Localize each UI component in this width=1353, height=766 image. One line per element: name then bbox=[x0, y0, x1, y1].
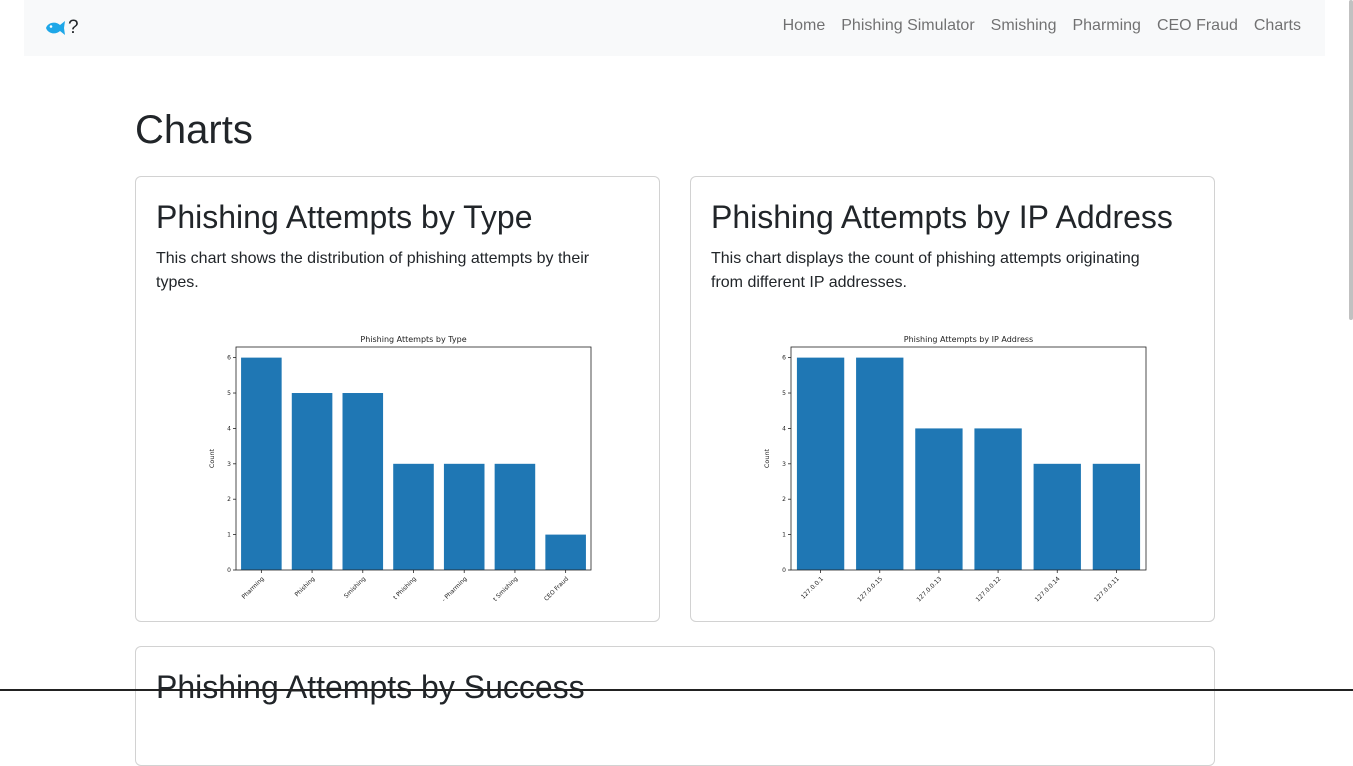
card-title: Phishing Attempts by Type bbox=[156, 199, 533, 235]
y-tick-label: 0 bbox=[227, 567, 231, 574]
card-title: Phishing Attempts by Success bbox=[156, 669, 585, 705]
bar bbox=[393, 463, 434, 570]
x-tick-label: 127.0.0.15 bbox=[856, 575, 884, 603]
nav-links: Home Phishing Simulator Smishing Pharmin… bbox=[783, 17, 1301, 35]
x-tick-label: Pharming bbox=[241, 575, 266, 600]
x-tick-label: 127.0.0.14 bbox=[1034, 575, 1062, 603]
bar bbox=[443, 463, 485, 570]
bar bbox=[915, 428, 963, 570]
card-title: Phishing Attempts by IP Address bbox=[711, 199, 1173, 235]
card-description: This chart displays the count of phishin… bbox=[711, 250, 1140, 291]
bar-chart-by-ip: Phishing Attempts by IP Address Count 0 1 2 3… bbox=[763, 335, 1147, 603]
bar bbox=[1092, 463, 1141, 570]
y-axis-label: Count bbox=[208, 448, 216, 468]
x-tick-label: 127.0.0.1 bbox=[800, 575, 825, 600]
y-tick-label: 1 bbox=[782, 532, 786, 539]
y-axis-label: Count bbox=[763, 448, 771, 468]
navbar-brand[interactable]: ? bbox=[44, 16, 79, 40]
x-tick-label: t Smishing bbox=[492, 575, 520, 603]
chart-card-success: Phishing Attempts by Success bbox=[135, 646, 1215, 766]
chart-card-ip: Phishing Attempts by IP Address This cha… bbox=[690, 176, 1215, 622]
navbar: ? Home Phishing Simulator Smishing Pharm… bbox=[24, 0, 1325, 56]
x-tick-label: 127.0.0.13 bbox=[915, 575, 943, 603]
y-tick-label: 2 bbox=[782, 496, 786, 503]
bar bbox=[796, 357, 845, 570]
bar-chart-by-type: Phishing Attempts by Type Count 0 1 2 3 4 5 6 Pha… bbox=[208, 335, 592, 604]
bar bbox=[494, 463, 536, 570]
nav-link-home[interactable]: Home bbox=[783, 17, 826, 35]
x-tick-label: Phishing bbox=[294, 575, 317, 598]
y-tick-label: 1 bbox=[227, 532, 231, 539]
nav-link-smishing[interactable]: Smishing bbox=[991, 17, 1057, 35]
bar bbox=[545, 534, 586, 570]
card-description: This chart shows the distribution of phi… bbox=[156, 250, 590, 291]
nav-link-ceo-fraud[interactable]: CEO Fraud bbox=[1157, 17, 1238, 35]
page-title: Charts bbox=[135, 108, 253, 152]
x-tick-label: Smishing bbox=[343, 575, 368, 600]
y-tick-label: 6 bbox=[227, 355, 231, 362]
bar bbox=[856, 357, 904, 570]
x-tick-label: 127.0.0.12 bbox=[975, 575, 1003, 603]
x-tick-label: t Phishing bbox=[392, 575, 418, 601]
y-tick-label: 3 bbox=[782, 461, 786, 468]
chart-card-type: Phishing Attempts by Type This chart sho… bbox=[135, 176, 660, 622]
y-tick-label: 4 bbox=[227, 425, 231, 432]
x-tick-label: 127.0.0.11 bbox=[1093, 575, 1121, 603]
fish-icon bbox=[46, 21, 65, 35]
y-tick-label: 5 bbox=[782, 390, 786, 397]
nav-link-pharming[interactable]: Pharming bbox=[1072, 17, 1140, 35]
bar bbox=[342, 393, 384, 570]
bar bbox=[291, 393, 333, 570]
y-tick-label: 4 bbox=[782, 425, 786, 432]
chart-title: Phishing Attempts by IP Address bbox=[904, 335, 1033, 344]
x-tick-label: - Pharming bbox=[441, 575, 469, 603]
y-tick-label: 3 bbox=[227, 461, 231, 468]
y-tick-label: 0 bbox=[782, 567, 786, 574]
nav-link-phishing-simulator[interactable]: Phishing Simulator bbox=[841, 17, 974, 35]
chart-title: Phishing Attempts by Type bbox=[360, 335, 466, 344]
y-tick-label: 5 bbox=[227, 390, 231, 397]
bar bbox=[1033, 463, 1081, 570]
y-tick-label: 2 bbox=[227, 496, 231, 503]
bar bbox=[241, 357, 282, 570]
bar bbox=[974, 428, 1022, 570]
scrollbar[interactable] bbox=[1349, 0, 1353, 320]
y-tick-label: 6 bbox=[782, 355, 786, 362]
x-tick-label: CEO Fraud bbox=[543, 575, 570, 602]
brand-text: ? bbox=[68, 17, 79, 38]
nav-link-charts[interactable]: Charts bbox=[1254, 17, 1301, 35]
